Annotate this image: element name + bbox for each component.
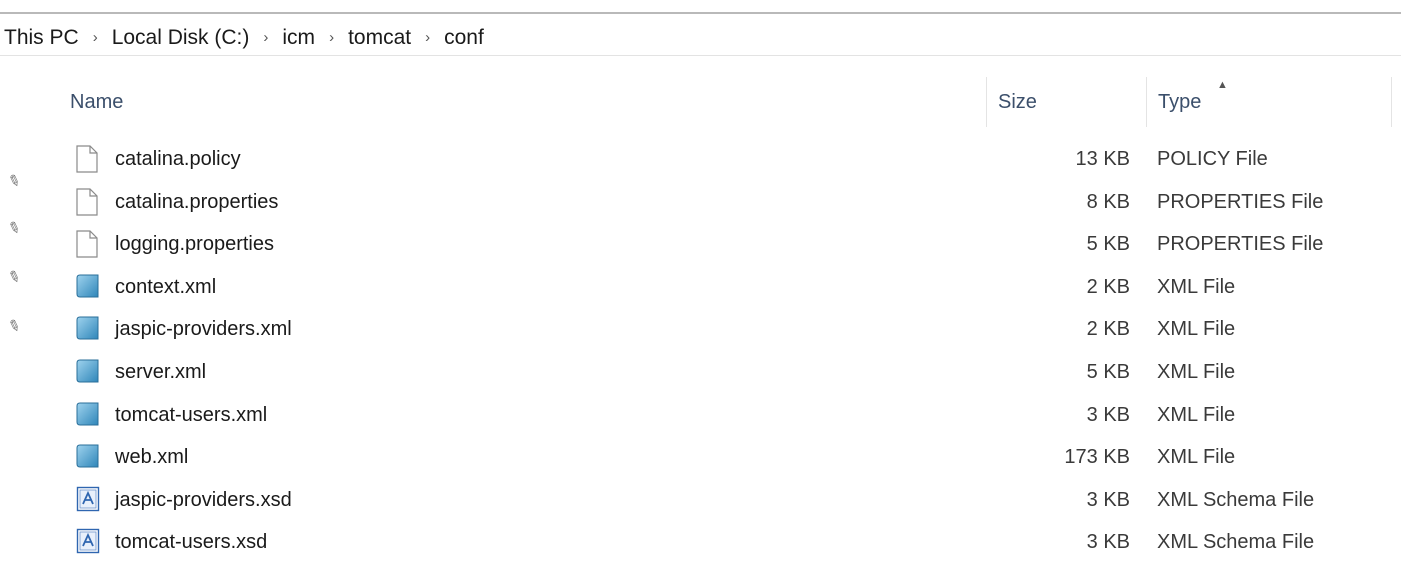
pin-icon[interactable]: ✎ xyxy=(5,266,23,287)
file-name: tomcat-users.xml xyxy=(115,404,268,426)
generic-file-icon xyxy=(76,230,102,258)
column-header-name[interactable]: Name xyxy=(70,77,123,127)
xml-file-icon xyxy=(76,315,102,343)
file-type: POLICY File xyxy=(1157,148,1268,170)
file-row[interactable]: logging.properties 5 KB PROPERTIES File xyxy=(70,223,1401,265)
pin-icon[interactable]: ✎ xyxy=(5,315,23,336)
file-size: 3 KB xyxy=(1086,531,1130,553)
file-type: PROPERTIES File xyxy=(1157,191,1324,213)
file-row[interactable]: web.xml 173 KB XML File xyxy=(70,436,1401,478)
file-name: tomcat-users.xsd xyxy=(115,531,268,553)
breadcrumb-separator-icon[interactable]: › xyxy=(425,29,430,46)
window-top-border xyxy=(0,12,1401,14)
breadcrumb-icm[interactable]: icm xyxy=(282,26,315,50)
breadcrumb-conf[interactable]: conf xyxy=(444,26,484,50)
file-row[interactable]: context.xml 2 KB XML File xyxy=(70,266,1401,308)
file-type: XML File xyxy=(1157,404,1236,426)
file-size: 3 KB xyxy=(1086,489,1130,511)
file-size: 2 KB xyxy=(1086,318,1130,340)
file-name: jaspic-providers.xml xyxy=(115,318,292,340)
breadcrumb-separator-icon[interactable]: › xyxy=(329,29,334,46)
file-row[interactable]: catalina.policy 13 KB POLICY File xyxy=(70,138,1401,180)
file-type: XML File xyxy=(1157,318,1236,340)
file-size: 5 KB xyxy=(1086,233,1130,255)
breadcrumb[interactable]: This PC › Local Disk (C:) › icm › tomcat… xyxy=(0,20,1401,56)
column-header-type[interactable]: Type xyxy=(1158,77,1201,127)
file-name: logging.properties xyxy=(115,233,274,255)
xsd-file-icon xyxy=(76,486,102,514)
file-type: PROPERTIES File xyxy=(1157,233,1324,255)
xml-file-icon xyxy=(76,401,102,429)
xml-file-icon xyxy=(76,443,102,471)
file-name: jaspic-providers.xsd xyxy=(115,489,292,511)
file-type: XML Schema File xyxy=(1157,489,1315,511)
breadcrumb-separator-icon[interactable]: › xyxy=(263,29,268,46)
sort-ascending-icon: ▲ xyxy=(1217,79,1228,91)
file-row[interactable]: tomcat-users.xml 3 KB XML File xyxy=(70,394,1401,436)
xml-file-icon xyxy=(76,358,102,386)
file-row[interactable]: server.xml 5 KB XML File xyxy=(70,351,1401,393)
breadcrumb-separator-icon[interactable]: › xyxy=(93,29,98,46)
xml-file-icon xyxy=(76,273,102,301)
column-header-size[interactable]: Size xyxy=(998,77,1037,127)
column-header-row: Name Size Type xyxy=(36,77,1401,127)
file-type: XML Schema File xyxy=(1157,531,1315,553)
xsd-file-icon xyxy=(76,528,102,556)
file-size: 5 KB xyxy=(1086,361,1130,383)
file-size: 173 KB xyxy=(1064,446,1130,468)
file-size: 3 KB xyxy=(1086,404,1130,426)
file-name: context.xml xyxy=(115,276,217,298)
file-name: server.xml xyxy=(115,361,207,383)
column-divider[interactable] xyxy=(986,77,987,127)
pin-icon[interactable]: ✎ xyxy=(5,170,23,191)
file-size: 8 KB xyxy=(1086,191,1130,213)
file-name: catalina.policy xyxy=(115,148,241,170)
file-size: 13 KB xyxy=(1075,148,1130,170)
file-row[interactable]: jaspic-providers.xml 2 KB XML File xyxy=(70,308,1401,350)
file-name: web.xml xyxy=(115,446,189,468)
breadcrumb-local-disk[interactable]: Local Disk (C:) xyxy=(112,26,250,50)
file-row[interactable]: jaspic-providers.xsd 3 KB XML Schema File xyxy=(70,479,1401,521)
column-divider[interactable] xyxy=(1146,77,1147,127)
file-type: XML File xyxy=(1157,446,1236,468)
breadcrumb-tomcat[interactable]: tomcat xyxy=(348,26,411,50)
file-row[interactable]: catalina.properties 8 KB PROPERTIES File xyxy=(70,181,1401,223)
generic-file-icon xyxy=(76,188,102,216)
file-size: 2 KB xyxy=(1086,276,1130,298)
file-type: XML File xyxy=(1157,276,1236,298)
quick-access-pins: ✎ ✎ ✎ ✎ xyxy=(0,0,30,559)
column-divider[interactable] xyxy=(1391,77,1392,127)
generic-file-icon xyxy=(76,145,102,173)
file-name: catalina.properties xyxy=(115,191,279,213)
file-type: XML File xyxy=(1157,361,1236,383)
file-row[interactable]: tomcat-users.xsd 3 KB XML Schema File xyxy=(70,521,1401,563)
pin-icon[interactable]: ✎ xyxy=(5,217,23,238)
